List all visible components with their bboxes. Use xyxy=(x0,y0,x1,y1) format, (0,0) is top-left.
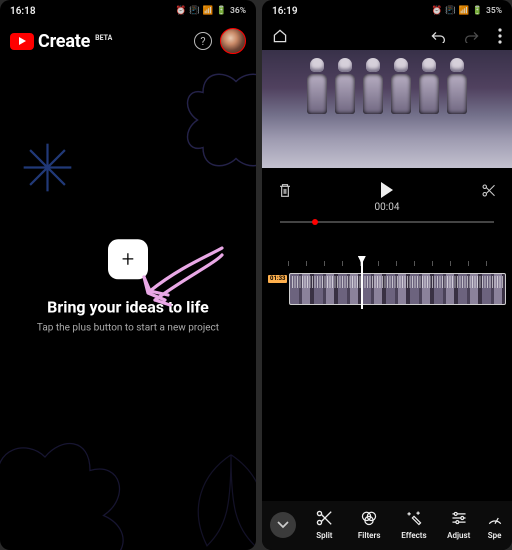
alarm-icon: ⏰ xyxy=(176,6,187,16)
help-button[interactable]: ? xyxy=(194,32,212,50)
empty-state-subtext: Tap the plus button to start a new proje… xyxy=(0,322,256,333)
tool-effects[interactable]: Effects xyxy=(392,509,437,540)
large-flower-decoration xyxy=(0,430,135,550)
plus-icon: + xyxy=(122,247,134,272)
status-time: 16:18 xyxy=(10,6,36,17)
video-clip[interactable] xyxy=(289,273,506,305)
editing-toolbar: Split Filters Effects Adjust Spe xyxy=(262,501,512,550)
audio-waveform xyxy=(292,276,503,288)
timeline-ruler xyxy=(288,261,504,271)
empty-state: + Bring your ideas to life Tap the plus … xyxy=(0,239,256,333)
tool-label: Filters xyxy=(358,531,381,540)
status-indicators: ⏰ 📳 📶 🔋 35% xyxy=(432,6,502,16)
play-button[interactable] xyxy=(380,182,394,198)
battery-pct: 36% xyxy=(230,6,246,16)
tool-label: Adjust xyxy=(447,531,470,540)
leaf-decoration xyxy=(181,450,256,550)
create-home-screen: 16:18 ⏰ 📳 📶 🔋 36% Create BETA ? xyxy=(0,0,256,550)
app-bar: Create BETA ? xyxy=(0,22,256,62)
playback-controls xyxy=(262,168,512,202)
preview-content xyxy=(262,58,512,118)
scissors-button[interactable] xyxy=(481,183,496,198)
tool-label: Effects xyxy=(401,531,426,540)
new-project-button[interactable]: + xyxy=(108,239,148,279)
tool-label: Spe xyxy=(488,531,502,540)
video-preview[interactable] xyxy=(262,50,512,168)
asterisk-decoration xyxy=(20,140,75,195)
flower-outline-decoration xyxy=(181,65,256,175)
status-bar: 16:19 ⏰ 📳 📶 🔋 35% xyxy=(262,0,512,22)
tool-adjust[interactable]: Adjust xyxy=(436,509,481,540)
tool-filters[interactable]: Filters xyxy=(347,509,392,540)
signal-icon: 📶 xyxy=(459,6,470,16)
alarm-icon: ⏰ xyxy=(432,6,443,16)
logo-text: Create xyxy=(38,31,90,52)
tool-speed[interactable]: Spe xyxy=(481,509,508,540)
tool-split[interactable]: Split xyxy=(302,509,347,540)
empty-state-heading: Bring your ideas to life xyxy=(0,297,256,316)
undo-button[interactable] xyxy=(430,29,446,43)
signal-icon: 📶 xyxy=(203,6,214,16)
vibrate-icon: 📳 xyxy=(445,6,456,16)
battery-icon: 🔋 xyxy=(216,6,227,16)
profile-avatar[interactable] xyxy=(220,28,246,54)
tool-label: Split xyxy=(316,531,332,540)
vibrate-icon: 📳 xyxy=(189,6,200,16)
home-button[interactable] xyxy=(272,28,288,44)
delete-clip-button[interactable] xyxy=(278,183,292,198)
battery-pct: 35% xyxy=(486,6,502,16)
editor-top-bar xyxy=(262,22,512,50)
status-bar: 16:18 ⏰ 📳 📶 🔋 36% xyxy=(0,0,256,22)
status-indicators: ⏰ 📳 📶 🔋 36% xyxy=(176,6,246,16)
playhead[interactable] xyxy=(361,259,363,309)
timeline[interactable]: 01:33 xyxy=(262,273,512,305)
clip-duration-badge: 01:33 xyxy=(268,275,287,283)
status-time: 16:19 xyxy=(272,6,298,17)
collapse-toolbar-button[interactable] xyxy=(270,512,296,538)
beta-badge: BETA xyxy=(95,34,112,42)
redo-button[interactable] xyxy=(464,29,480,43)
video-editor-screen: 16:19 ⏰ 📳 📶 🔋 35% xyxy=(262,0,512,550)
youtube-icon xyxy=(10,33,34,50)
youtube-create-logo: Create BETA xyxy=(10,31,112,52)
battery-icon: 🔋 xyxy=(472,6,483,16)
more-button[interactable] xyxy=(498,28,502,44)
timecode: 00:04 xyxy=(262,202,512,221)
progress-slider[interactable] xyxy=(280,221,494,223)
